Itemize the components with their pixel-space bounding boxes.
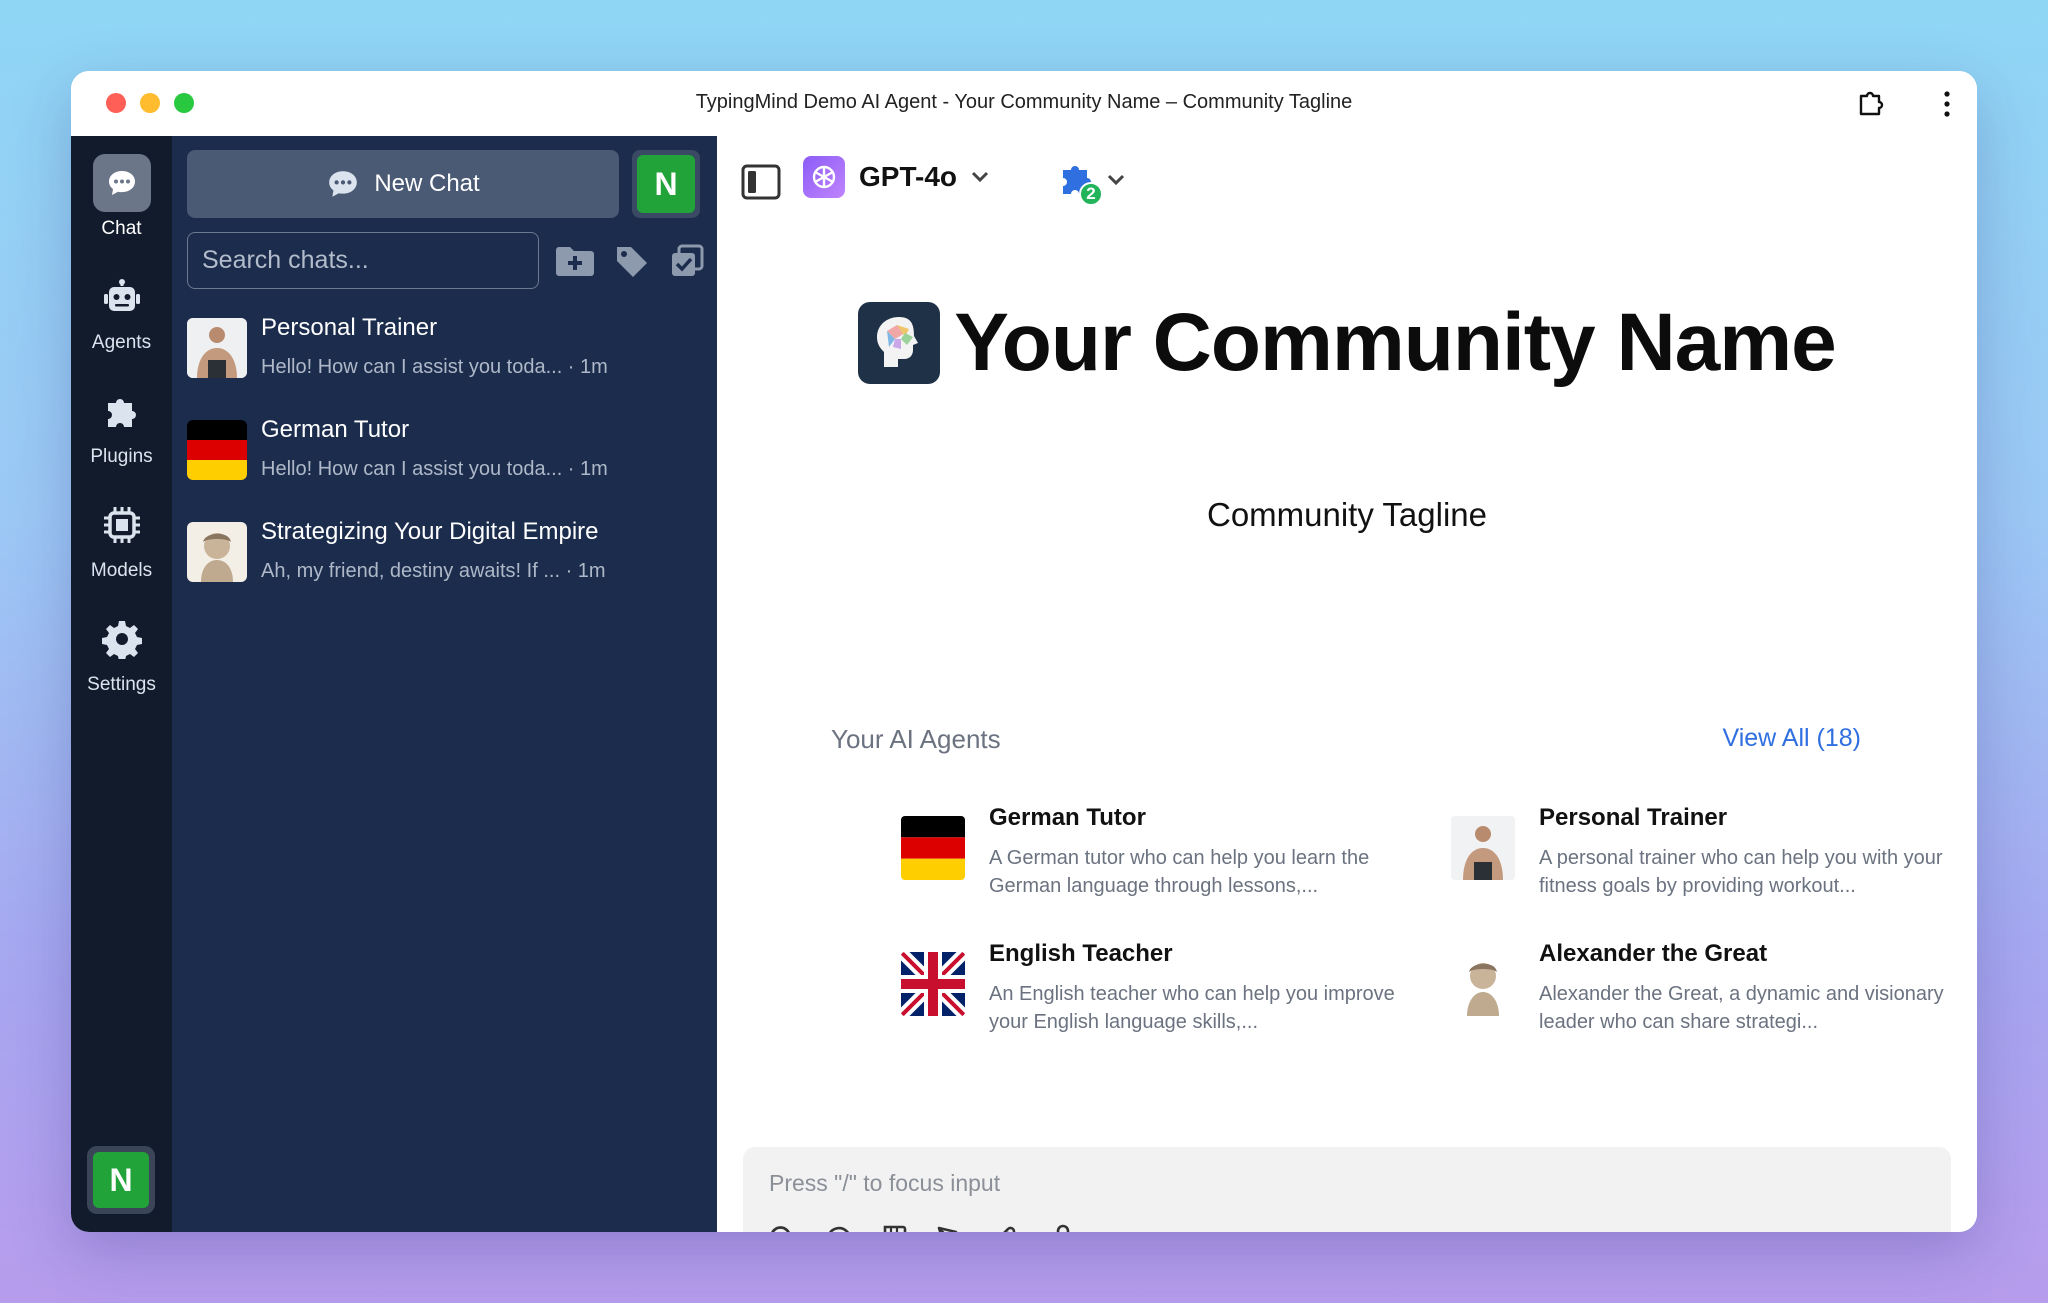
model-selector[interactable]: GPT-4o [803, 156, 989, 198]
paperclip-icon[interactable] [991, 1223, 1023, 1232]
chat-list-item[interactable]: Strategizing Your Digital Empire Ah, my … [187, 514, 707, 598]
rail-item-agents[interactable]: Agents [71, 268, 172, 354]
sidebar-tools [554, 240, 708, 282]
agent-card-english-teacher[interactable]: English Teacher An English teacher who c… [901, 940, 1401, 1036]
agents-heading: Your AI Agents [831, 724, 1001, 754]
chat-preview: Hello! How can I assist you toda... · 1m [261, 458, 608, 480]
rail-item-plugins[interactable]: Plugins [71, 382, 172, 468]
chat-preview: Ah, my friend, destiny awaits! If ... · … [261, 560, 606, 582]
rail-label: Chat [101, 218, 142, 239]
search-chats-input[interactable] [187, 232, 539, 289]
rail-label: Settings [87, 674, 156, 695]
agent-name: German Tutor [989, 804, 1146, 831]
statue-avatar [1451, 952, 1515, 1016]
plugin-icon-wrap: 2 [1059, 160, 1103, 206]
chat-title: Strategizing Your Digital Empire [261, 518, 599, 545]
chat-bubble-icon [329, 171, 358, 197]
main-panel: GPT-4o 2 Your Community Name Community T… [717, 136, 1977, 1232]
rail-item-models[interactable]: Models [71, 496, 172, 582]
title-bar: TypingMind Demo AI Agent - Your Communit… [71, 71, 1977, 136]
new-chat-label: New Chat [374, 170, 480, 197]
prompt-library-icon[interactable] [879, 1223, 911, 1232]
trainer-avatar [187, 318, 247, 378]
chat-list-item[interactable]: Personal Trainer Hello! How can I assist… [187, 310, 707, 394]
rail-item-settings[interactable]: Settings [71, 610, 172, 696]
trainer-avatar [1451, 816, 1515, 880]
chat-list-item[interactable]: German Tutor Hello! How can I assist you… [187, 412, 707, 496]
community-logo-icon [858, 302, 941, 384]
avatar-initial: N [93, 1152, 149, 1208]
uk-flag-icon [901, 952, 965, 1016]
robot-icon [93, 268, 151, 326]
composer-tools [767, 1223, 1079, 1232]
microphone-icon[interactable] [1047, 1223, 1079, 1232]
agent-name: Alexander the Great [1539, 940, 1768, 967]
chat-title: German Tutor [261, 416, 410, 443]
chevron-down-icon [1107, 174, 1125, 186]
agent-description: A German tutor who can help you learn th… [989, 847, 1370, 897]
agent-card-alexander-the-great[interactable]: Alexander the Great Alexander the Great,… [1451, 940, 1951, 1036]
agent-card-german-tutor[interactable]: German Tutor A German tutor who can help… [901, 804, 1401, 900]
chat-preview: Hello! How can I assist you toda... · 1m [261, 356, 608, 378]
rail-label: Plugins [90, 446, 153, 467]
german-flag-icon [187, 420, 247, 480]
composer [743, 1147, 1951, 1232]
nav-rail: Chat Agents Plugins Models Settings N [71, 136, 172, 1232]
agent-description: An English teacher who can help you impr… [989, 983, 1395, 1033]
more-options-icon[interactable] [1941, 89, 1953, 119]
extension-icon[interactable] [1855, 87, 1887, 119]
agent-name: Personal Trainer [1539, 804, 1728, 831]
search-icon[interactable] [767, 1223, 799, 1232]
tag-icon[interactable] [610, 240, 652, 282]
chat-bubble-icon [92, 154, 151, 212]
window-title: TypingMind Demo AI Agent - Your Communit… [695, 91, 1353, 113]
new-chat-button[interactable]: New Chat [187, 150, 619, 218]
chat-title: Personal Trainer [261, 314, 438, 341]
agent-name: English Teacher [989, 940, 1173, 967]
select-chats-icon[interactable] [666, 240, 708, 282]
plugin-selector[interactable]: 2 [1059, 160, 1125, 206]
statue-avatar [187, 522, 247, 582]
new-folder-icon[interactable] [554, 240, 596, 282]
puzzle-icon [93, 382, 151, 440]
message-input[interactable] [769, 1165, 1919, 1201]
chevron-down-icon [971, 171, 989, 183]
plugin-count-badge: 2 [1079, 182, 1103, 206]
sidebar-toggle-icon[interactable] [741, 164, 781, 200]
user-avatar[interactable]: N [87, 1146, 155, 1214]
view-all-agents-link[interactable]: View All (18) [1723, 724, 1862, 753]
agent-card-personal-trainer[interactable]: Personal Trainer A personal trainer who … [1451, 804, 1951, 900]
community-tagline: Community Tagline [1206, 496, 1488, 533]
app-window: TypingMind Demo AI Agent - Your Communit… [71, 71, 1977, 1232]
agent-description: A personal trainer who can help you with… [1539, 847, 1943, 897]
rail-label: Agents [91, 332, 152, 353]
chip-icon [93, 496, 151, 554]
german-flag-icon [901, 816, 965, 880]
avatar-initial: N [637, 155, 695, 213]
chat-sidebar: New Chat N Personal Trainer Hello! How c… [172, 136, 717, 1232]
mention-icon[interactable] [823, 1223, 855, 1232]
agent-description: Alexander the Great, a dynamic and visio… [1539, 983, 1944, 1033]
rail-label: Models [90, 560, 153, 581]
sidebar-avatar[interactable]: N [632, 150, 700, 218]
hero: Your Community Name [717, 296, 1977, 390]
community-title: Your Community Name [954, 297, 1837, 388]
pen-tool-icon[interactable] [935, 1223, 967, 1232]
rail-item-chat[interactable]: Chat [71, 154, 172, 240]
model-name: GPT-4o [859, 161, 958, 192]
openai-logo-icon [803, 156, 845, 198]
gear-icon [93, 610, 151, 668]
